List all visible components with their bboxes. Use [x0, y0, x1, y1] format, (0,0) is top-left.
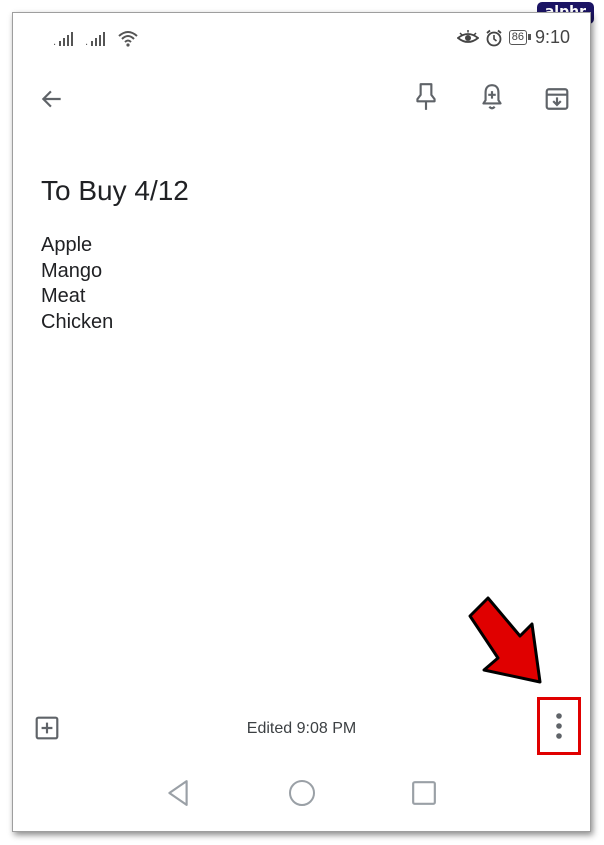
note-line: Meat [41, 285, 86, 307]
nav-recents-button[interactable] [409, 778, 439, 808]
status-right: 86 9:10 [456, 27, 570, 48]
svg-text:.: . [85, 37, 88, 47]
eye-icon [456, 29, 479, 43]
archive-icon [545, 88, 569, 110]
reminder-button[interactable] [477, 82, 507, 112]
note-line: Apple [41, 234, 93, 256]
svg-text:.: . [53, 37, 56, 47]
reminder-bell-icon [482, 84, 502, 110]
back-arrow-icon [41, 90, 61, 108]
note-line: Mango [41, 259, 103, 282]
nav-back-icon [168, 780, 188, 806]
status-bar: . . 86 9:10 [13, 13, 590, 68]
nav-home-button[interactable] [287, 778, 317, 808]
bottom-bar: Edited 9:08 PM [13, 708, 590, 748]
archive-button[interactable] [542, 84, 572, 114]
signal-icon: . [85, 32, 105, 47]
clock-time: 9:10 [534, 27, 570, 47]
battery-icon: 86 [508, 30, 532, 45]
nav-home-icon [289, 780, 315, 806]
nav-recents-icon [412, 781, 436, 805]
more-options-button[interactable] [537, 697, 581, 755]
wifi-icon [118, 31, 138, 47]
note-title[interactable]: To Buy 4/12 [41, 175, 189, 207]
red-arrow-annotation [468, 596, 542, 684]
status-left: . . [53, 29, 139, 47]
note-line: Chicken [41, 310, 114, 333]
alarm-icon [486, 29, 502, 46]
edited-timestamp: Edited 9:08 PM [246, 720, 357, 737]
nav-back-button[interactable] [163, 778, 193, 808]
more-vert-icon [556, 713, 562, 739]
pin-icon [416, 83, 436, 110]
back-button[interactable] [37, 84, 67, 114]
note-toolbar [13, 78, 590, 128]
note-body[interactable]: Apple Mango Meat Chicken [41, 233, 113, 335]
pin-button[interactable] [411, 82, 441, 112]
phone-screen: . . 86 9:10 To Buy 4/12 Apple Mango Meat… [12, 12, 591, 832]
system-nav-bar [13, 773, 590, 823]
signal-icon: . [53, 32, 73, 47]
